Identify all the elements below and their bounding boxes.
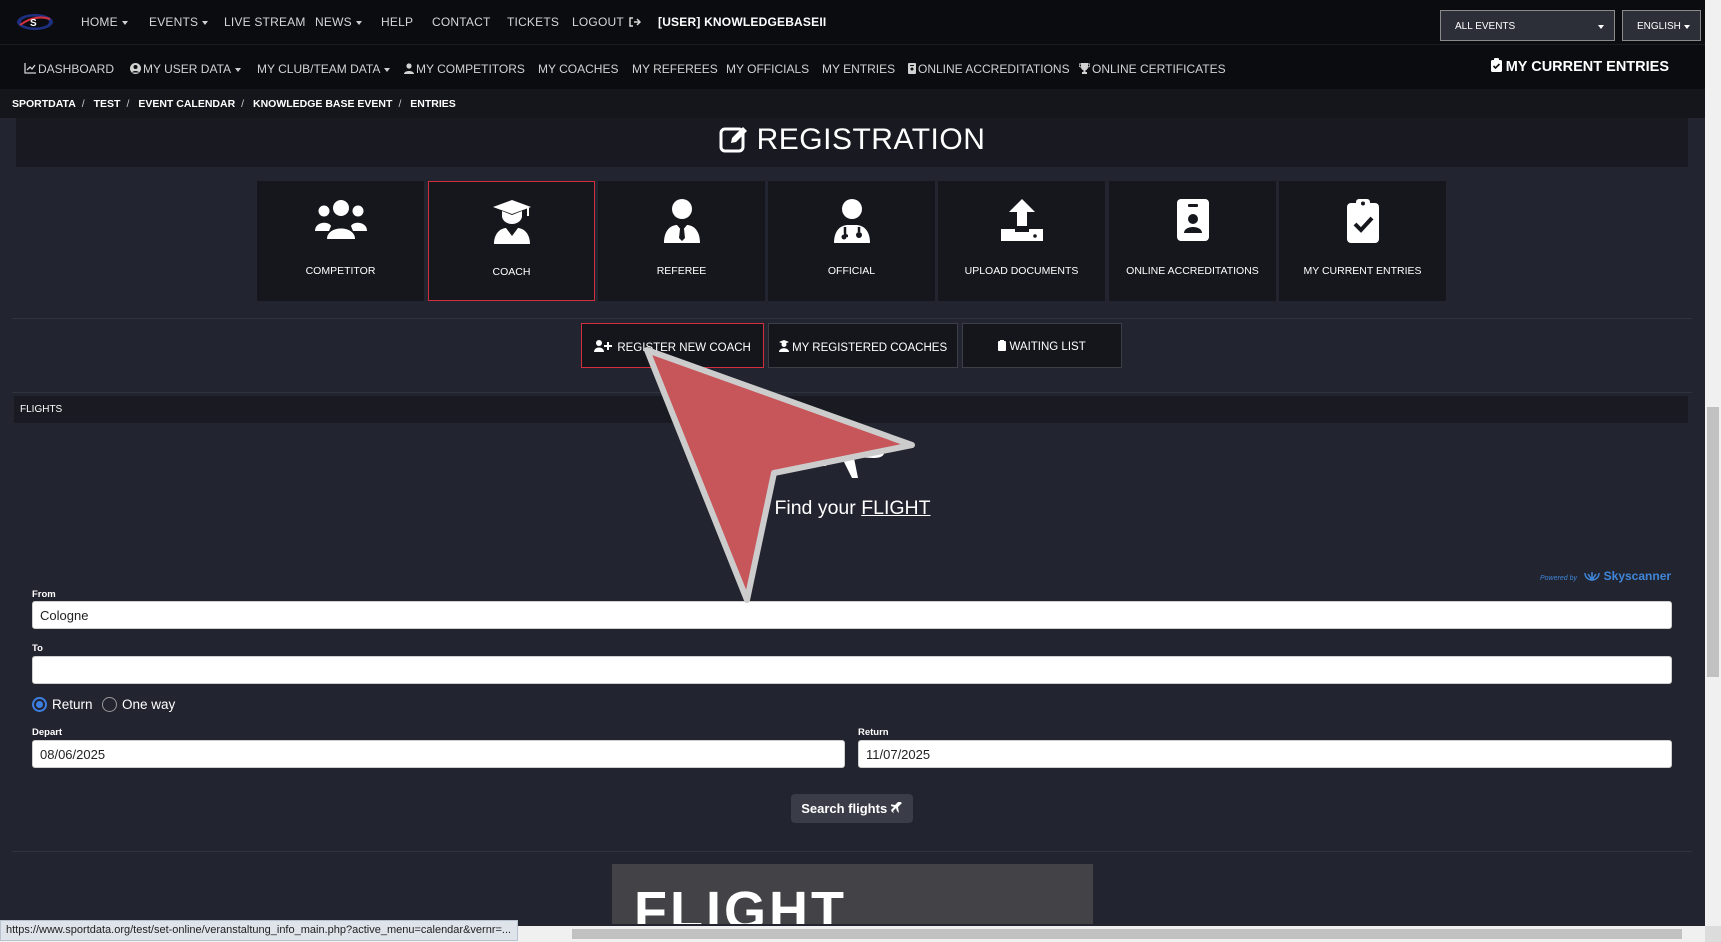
sign-out-icon [629, 17, 642, 27]
users-icon [314, 200, 367, 239]
banner-text: FLIGHT [634, 881, 847, 924]
nav-events[interactable]: EVENTS [149, 15, 209, 29]
waiting-list-button[interactable]: WAITING LIST [962, 323, 1122, 368]
breadcrumb-knowledge-base-event[interactable]: KNOWLEDGE BASE EVENT [253, 98, 392, 110]
plane-icon [888, 801, 902, 813]
nav-logout[interactable]: LOGOUT [572, 15, 642, 29]
user-icon [404, 63, 414, 74]
sportdata-logo[interactable]: S [16, 12, 54, 32]
return-date-input[interactable]: 11/07/2025 [858, 740, 1672, 768]
chevron-down-icon [355, 20, 362, 25]
tile-my-current-entries[interactable]: MY CURRENT ENTRIES [1279, 181, 1446, 301]
user-navbar: DASHBOARD MY USER DATA MY CLUB/TEAM DATA… [0, 44, 1705, 89]
from-input[interactable]: Cologne [32, 601, 1672, 629]
nav-user-name[interactable]: [USER] KNOWLEDGEBASEII [658, 15, 826, 29]
nav-live-stream[interactable]: LIVE STREAM [224, 15, 306, 29]
return-label: Return [858, 727, 889, 738]
registration-header: REGISTRATION [16, 118, 1688, 167]
nav-online-certificates[interactable]: ONLINE CERTIFICATES [1078, 62, 1226, 76]
nav-my-competitors[interactable]: MY COMPETITORS [404, 62, 525, 76]
nav-home[interactable]: HOME [81, 15, 128, 29]
id-badge-icon [1176, 199, 1209, 241]
radio-empty-icon [102, 697, 117, 712]
clipboard-check-icon [1490, 58, 1502, 72]
nav-my-referees[interactable]: MY REFEREES [632, 62, 718, 76]
tile-label: ONLINE ACCREDITATIONS [1126, 265, 1259, 277]
nav-news[interactable]: NEWS [315, 15, 362, 29]
chevron-down-icon [202, 20, 209, 25]
skyscanner-logo-icon [1584, 572, 1601, 581]
user-doctor-icon [833, 199, 870, 243]
chart-line-icon [24, 63, 36, 74]
tile-label: OFFICIAL [827, 265, 876, 277]
divider [12, 851, 1692, 852]
cursor-pointer-icon [644, 347, 915, 603]
nav-my-user-data[interactable]: MY USER DATA [130, 62, 242, 76]
breadcrumb-sportdata[interactable]: SPORTDATA [12, 98, 76, 110]
tile-official[interactable]: OFFICIAL [768, 181, 935, 301]
to-input[interactable] [32, 656, 1672, 684]
tile-label: COACH [492, 266, 531, 278]
tile-competitor[interactable]: COMPETITOR [257, 181, 424, 301]
upload-icon [1000, 199, 1043, 241]
divider [12, 318, 1692, 319]
clipboard-check-icon [1346, 199, 1379, 243]
tile-label: MY CURRENT ENTRIES [1303, 265, 1422, 277]
chevron-down-icon [1598, 25, 1604, 29]
nav-my-officials[interactable]: MY OFFICIALS [726, 62, 809, 76]
breadcrumb: SPORTDATA / TEST / EVENT CALENDAR / KNOWLED… [0, 89, 1705, 118]
trip-one-way-radio[interactable]: One way [102, 697, 175, 712]
id-badge-icon [908, 63, 916, 74]
breadcrumb-entries: ENTRIES [410, 98, 456, 110]
user-graduate-icon [492, 200, 531, 244]
tile-label: COMPETITOR [305, 265, 376, 277]
depart-date-input[interactable]: 08/06/2025 [32, 740, 845, 768]
chevron-down-icon [121, 20, 128, 25]
chevron-down-icon [235, 67, 242, 72]
tile-label: REFEREE [656, 265, 707, 277]
chevron-down-icon [384, 67, 391, 72]
nav-dashboard[interactable]: DASHBOARD [24, 62, 114, 76]
trip-return-radio[interactable]: Return [32, 697, 93, 712]
event-select[interactable]: ALL EVENTS [1440, 10, 1615, 41]
user-circle-icon [130, 63, 141, 74]
nav-my-entries[interactable]: MY ENTRIES [822, 62, 895, 76]
nav-my-coaches[interactable]: MY COACHES [538, 62, 618, 76]
user-tie-icon [663, 199, 700, 243]
tile-upload-documents[interactable]: UPLOAD DOCUMENTS [938, 181, 1105, 301]
nav-contact[interactable]: CONTACT [432, 15, 491, 29]
tile-label: UPLOAD DOCUMENTS [964, 265, 1079, 277]
to-label: To [32, 643, 43, 654]
clipboard-icon [998, 340, 1007, 351]
nav-my-club-team-data[interactable]: MY CLUB/TEAM DATA [257, 62, 391, 76]
vertical-scrollbar-thumb[interactable] [1707, 407, 1719, 677]
search-flights-button[interactable]: Search flights [791, 794, 913, 823]
breadcrumb-event-calendar[interactable]: EVENT CALENDAR [138, 98, 235, 110]
language-select[interactable]: ENGLISH [1622, 10, 1701, 41]
nav-online-accreditations[interactable]: ONLINE ACCREDITATIONS [908, 62, 1070, 76]
page-title: REGISTRATION [16, 123, 1688, 157]
tile-online-accreditations[interactable]: ONLINE ACCREDITATIONS [1109, 181, 1276, 301]
breadcrumb-test[interactable]: TEST [94, 98, 121, 110]
status-bar-url: https://www.sportdata.org/test/set-onlin… [0, 920, 519, 941]
nav-tickets[interactable]: TICKETS [507, 15, 559, 29]
horizontal-scrollbar-thumb[interactable] [572, 929, 1682, 939]
tile-coach[interactable]: COACH [428, 181, 595, 301]
depart-label: Depart [32, 727, 63, 738]
top-navbar: S HOME EVENTS LIVE STREAM NEWS HELP CONT… [0, 0, 1705, 44]
from-label: From [32, 589, 56, 600]
user-plus-icon [594, 340, 613, 352]
nav-my-current-entries[interactable]: MY CURRENT ENTRIES [1490, 58, 1669, 75]
logo-letter: S [30, 18, 37, 29]
powered-by-skyscanner[interactable]: Powered by Skyscanner [1540, 569, 1671, 583]
chevron-down-icon [1684, 25, 1690, 29]
flight-banner[interactable]: FLIGHT [612, 864, 1093, 924]
tile-referee[interactable]: REFEREE [598, 181, 765, 301]
radio-selected-icon [32, 697, 47, 712]
edit-icon [719, 127, 747, 153]
trophy-icon [1078, 63, 1091, 74]
nav-help[interactable]: HELP [381, 15, 413, 29]
scrollbar-corner [1705, 926, 1721, 942]
